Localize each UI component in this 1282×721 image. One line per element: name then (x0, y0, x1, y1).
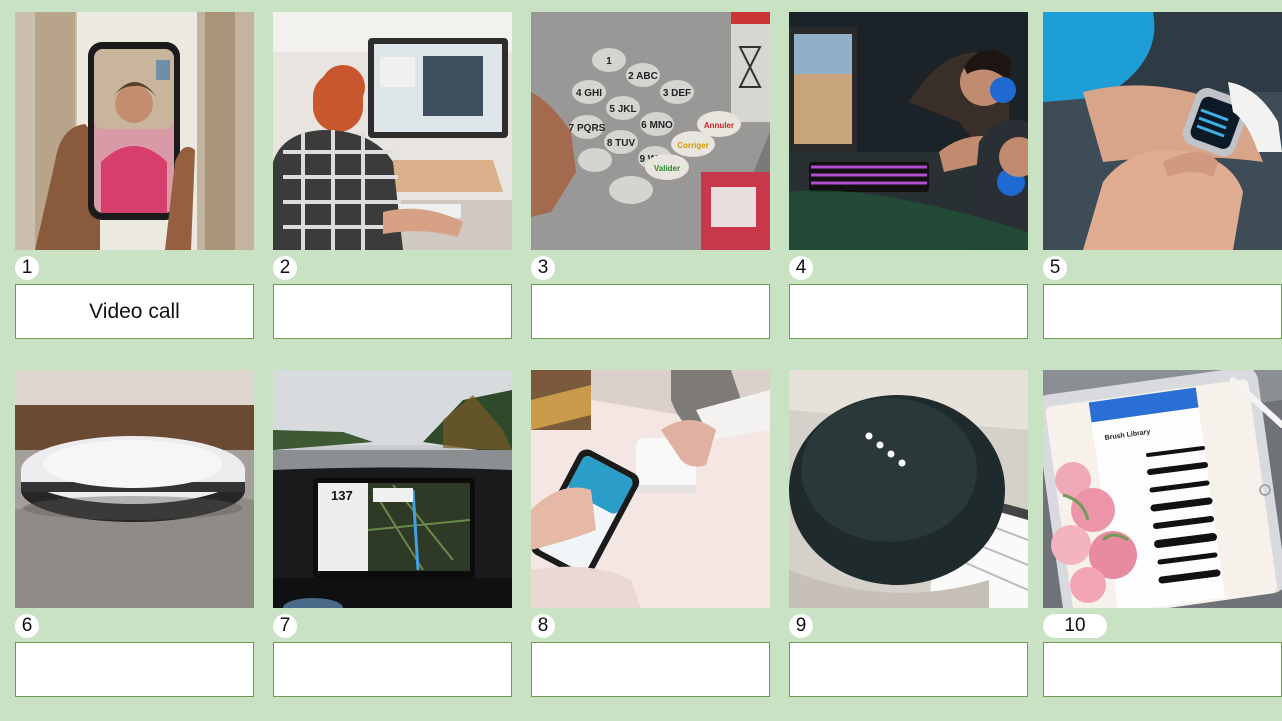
answer-box[interactable] (273, 284, 512, 339)
item-number: 10 (1043, 614, 1107, 638)
answer-box[interactable]: Video call (15, 284, 254, 339)
item-number: 2 (273, 256, 297, 280)
item-number: 4 (789, 256, 813, 280)
car-touchscreen-photo: 137 (273, 370, 512, 608)
answer-box[interactable] (789, 284, 1028, 339)
keypad-key-label: 1 (606, 56, 612, 67)
item-number: 5 (1043, 256, 1067, 280)
answer-box[interactable] (1043, 284, 1282, 339)
answer-box[interactable] (531, 642, 770, 697)
item-number: 3 (531, 256, 555, 280)
keypad-key-label: 5 JKL (609, 104, 636, 115)
desktop-computer-photo (273, 12, 512, 250)
robot-vacuum-photo (15, 370, 254, 608)
keypad-key-label: 7 PQRS (569, 123, 606, 134)
cancel-key-label: Annuler (704, 121, 734, 130)
item-number: 1 (15, 256, 39, 280)
answer-box[interactable] (1043, 642, 1282, 697)
speed-readout: 137 (331, 488, 353, 503)
contactless-payment-photo (531, 370, 770, 608)
item-number: 8 (531, 614, 555, 638)
valid-key-label: Valider (654, 164, 680, 173)
answer-box[interactable] (789, 642, 1028, 697)
answer-box[interactable] (273, 642, 512, 697)
keypad-key-label: 8 TUV (607, 138, 636, 149)
keypad-key-label: 3 DEF (663, 88, 691, 99)
smart-speaker-photo (789, 370, 1028, 608)
keypad-key-label: 6 MNO (641, 120, 673, 131)
smartwatch-photo (1043, 12, 1282, 250)
item-number: 6 (15, 614, 39, 638)
tablet-drawing-photo: Brush Library (1043, 370, 1282, 608)
item-number: 7 (273, 614, 297, 638)
keypad-key-label: 4 GHI (576, 88, 602, 99)
correct-key-label: Corriger (677, 141, 709, 150)
item-number: 9 (789, 614, 813, 638)
gaming-photo (789, 12, 1028, 250)
video-call-photo (15, 12, 254, 250)
answer-box[interactable] (531, 284, 770, 339)
keypad-key-label: 2 ABC (628, 71, 658, 82)
answer-box[interactable] (15, 642, 254, 697)
atm-keypad-photo: 1 2 ABC 3 DEF 4 GHI 5 JKL 6 MNO 7 PQRS 8… (531, 12, 770, 250)
